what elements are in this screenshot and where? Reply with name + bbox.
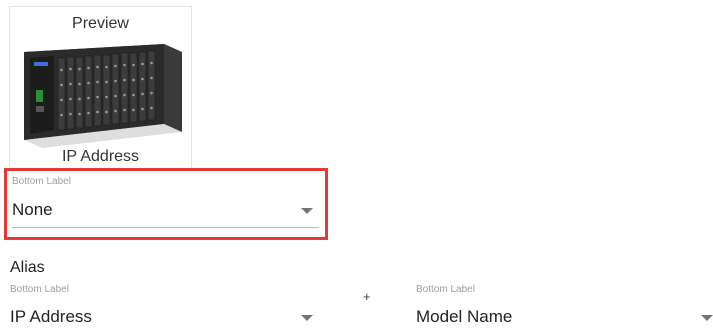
preview-title: Preview bbox=[72, 15, 129, 32]
label-settings-panel: Preview IP Address Bottom Label None Ali… bbox=[0, 0, 713, 331]
alias-left-value[interactable]: IP Address bbox=[10, 307, 92, 327]
rack-switch-icon bbox=[24, 44, 182, 148]
bottom-label-value[interactable]: None bbox=[12, 200, 53, 220]
preview-card: Preview IP Address bbox=[9, 6, 192, 169]
chevron-down-icon[interactable] bbox=[701, 315, 713, 321]
chevron-down-icon[interactable] bbox=[301, 208, 313, 214]
select-underline bbox=[12, 227, 319, 228]
alias-left-field-label: Bottom Label bbox=[10, 284, 69, 295]
plus-separator: + bbox=[363, 289, 371, 304]
alias-right-value[interactable]: Model Name bbox=[416, 307, 512, 327]
preview-caption: IP Address bbox=[61, 148, 140, 165]
bottom-label-field-label: Bottom Label bbox=[12, 176, 71, 187]
alias-title: Alias bbox=[10, 259, 45, 276]
alias-right-field-label: Bottom Label bbox=[416, 284, 475, 295]
chevron-down-icon[interactable] bbox=[301, 315, 313, 321]
